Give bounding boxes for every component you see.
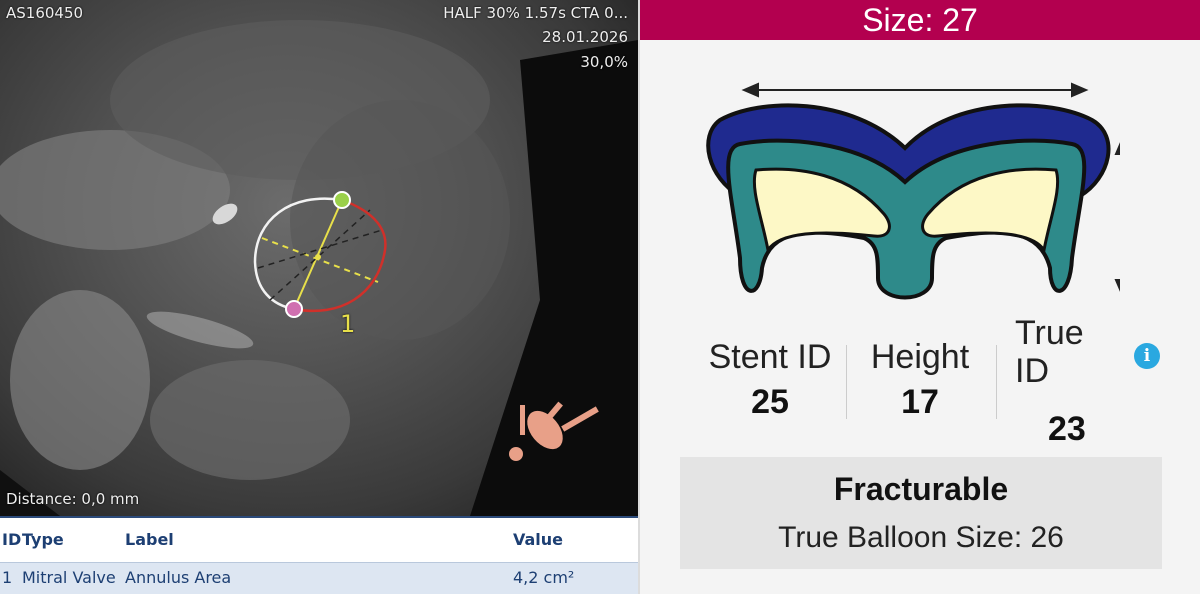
row-label: Annulus Area [125, 568, 232, 587]
true-id-value: 23 [1048, 410, 1086, 448]
height-stat: Height 17 [845, 338, 995, 422]
row-id: 1 [2, 568, 13, 587]
stent-id-stat: Stent ID 25 [700, 338, 840, 422]
fracturable-title: Fracturable [833, 471, 1009, 507]
height-label: Height [870, 338, 970, 376]
study-id-text: AS160450 [6, 4, 84, 22]
measurement-number-label: 1 [340, 310, 356, 338]
row-value: 4,2 cm² [513, 568, 575, 587]
ct-image-viewport[interactable]: AS160450 HALF 30% 1.57s CTA 0... 28.01.2… [0, 0, 638, 516]
table-header: ID Type Label Value [0, 530, 638, 554]
distance-readout: Distance: 0,0 mm [6, 490, 140, 508]
height-value: 17 [901, 383, 939, 421]
balloon-size-text: True Balloon Size: 26 [778, 521, 1064, 554]
row-type: Mitral Valve [22, 568, 116, 587]
valve-size-title: Size: 27 [640, 0, 1200, 40]
height-arrow-icon [1114, 142, 1120, 292]
ct-scan-image [0, 20, 638, 516]
fracturable-box: Fracturable True Balloon Size: 26 [680, 457, 1162, 569]
cardiac-phase-text: 30,0% [580, 53, 628, 71]
measurement-table: ID Type Label Value 1 Mitral Valve Annul… [0, 516, 638, 594]
ct-viewer-panel: AS160450 HALF 30% 1.57s CTA 0... 28.01.2… [0, 0, 638, 594]
stent-id-label: Stent ID [708, 338, 832, 376]
header-label: Label [125, 530, 174, 549]
true-id-label: True ID [1015, 314, 1084, 390]
stent-id-value: 25 [751, 383, 789, 421]
header-id: ID [2, 530, 22, 549]
header-type: Type [22, 530, 64, 549]
series-info-text: HALF 30% 1.57s CTA 0... [443, 4, 628, 22]
header-value: Value [513, 530, 564, 549]
stent-diagram [706, 82, 1120, 300]
scan-date-text: 28.01.2026 [542, 28, 628, 46]
width-arrow-icon [741, 82, 1089, 98]
stat-divider [996, 345, 997, 419]
valve-info-panel: Size: 27 Stent ID 25 Height 17 True ID 2… [640, 0, 1200, 594]
table-row[interactable]: 1 Mitral Valve Annulus Area 4,2 cm² [0, 562, 638, 594]
info-icon[interactable]: i [1134, 343, 1160, 369]
